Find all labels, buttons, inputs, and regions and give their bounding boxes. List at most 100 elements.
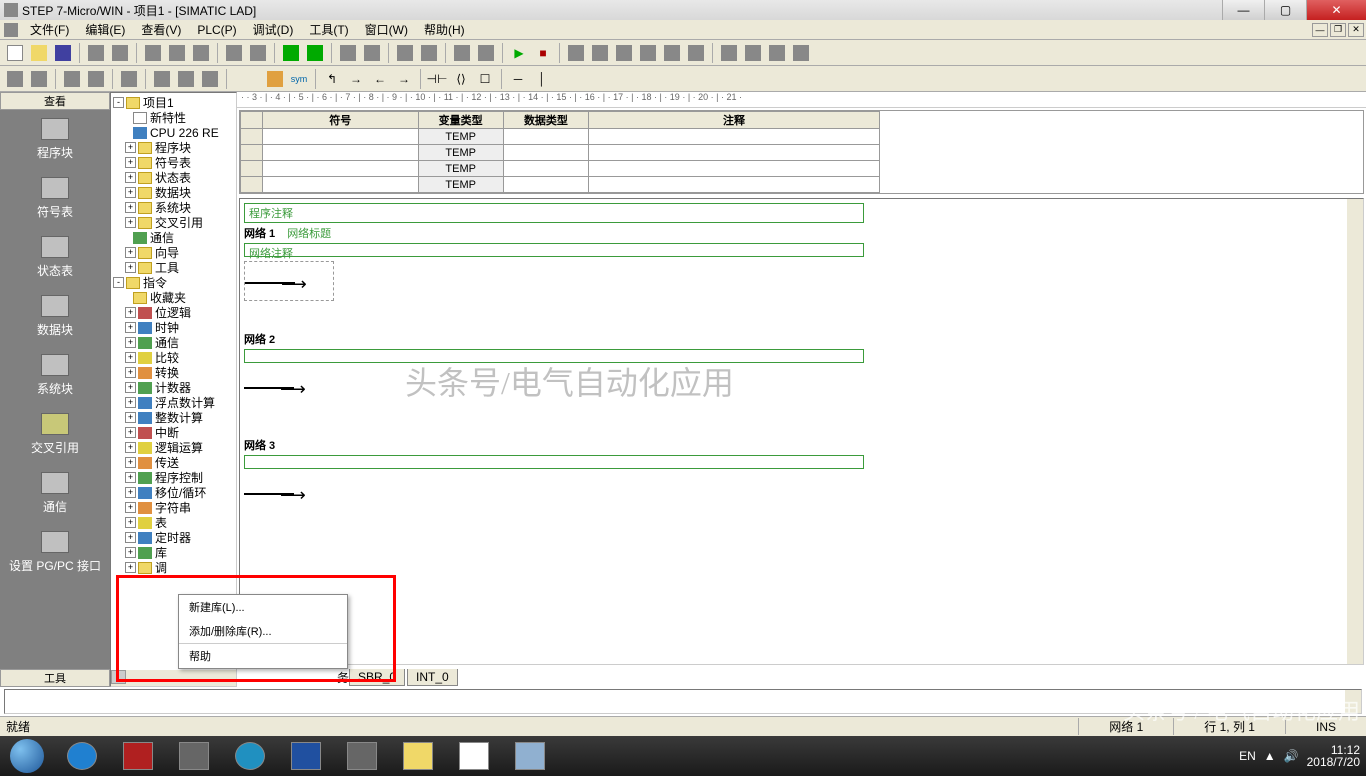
tb-undo[interactable] [223,42,245,64]
tb2-coil[interactable]: ⟨⟩ [450,68,472,90]
tb2-c[interactable] [61,68,83,90]
tb-copy[interactable] [166,42,188,64]
tb2-h[interactable] [199,68,221,90]
network-comment[interactable] [244,455,864,469]
project-tree[interactable]: -项目1 新特性 CPU 226 RE +程序块 +符号表 +状态表 +数据块 … [111,93,236,577]
tb2-box[interactable]: ☐ [474,68,496,90]
context-menu-add-remove-lib[interactable]: 添加/删除库(R)... [179,619,347,644]
task-notes[interactable] [502,737,558,775]
mdi-close[interactable]: ✕ [1348,23,1364,37]
context-menu-new-lib[interactable]: 新建库(L)... [179,595,347,619]
task-paint[interactable] [446,737,502,775]
tb-monitor5[interactable] [661,42,683,64]
tray-clock[interactable]: 11:122018/7/20 [1307,744,1360,768]
sidebar-item-symbol[interactable]: 符号表 [0,169,110,228]
task-explorer[interactable] [390,737,446,775]
start-button[interactable] [0,736,54,776]
tray-ime[interactable]: EN [1239,749,1256,763]
ladder-vscroll[interactable] [1347,199,1363,664]
tab-sbr[interactable]: SBR_0 [349,669,405,686]
tb2-sym2[interactable]: sym [288,68,310,90]
menu-help[interactable]: 帮助(H) [416,19,473,40]
tb-paste[interactable] [190,42,212,64]
output-scrollbar[interactable] [1345,690,1361,713]
tb2-contact[interactable]: ⊣⊢ [426,68,448,90]
rung-cursor[interactable]: ⟶ [244,261,334,301]
sidebar-item-program[interactable]: 程序块 [0,110,110,169]
tb-cut[interactable] [142,42,164,64]
tb2-hline[interactable]: ─ [507,68,529,90]
tb-compile-all[interactable] [304,42,326,64]
tb-monitor4[interactable] [637,42,659,64]
tb-monitor6[interactable] [685,42,707,64]
task-app1[interactable] [166,737,222,775]
sidebar-item-xref[interactable]: 交叉引用 [0,405,110,464]
network-comment[interactable] [244,349,864,363]
tb2-vline[interactable]: │ [531,68,553,90]
tb-monitor2[interactable] [589,42,611,64]
tb2-nav1[interactable]: ↰ [321,68,343,90]
sidebar-footer[interactable]: 工具 [0,669,110,687]
vartable-row[interactable]: TEMP [241,129,880,145]
tray-icon[interactable]: ▲ [1264,749,1276,763]
tb-poi[interactable] [451,42,473,64]
tree-scrollbar[interactable] [111,670,236,686]
sidebar-header[interactable]: 查看 [0,92,110,110]
tb-stop[interactable]: ■ [532,42,554,64]
tb-x2[interactable] [742,42,764,64]
tb2-nav3[interactable]: ← [369,68,391,90]
task-app2[interactable] [222,737,278,775]
tree-item[interactable]: CPU 226 RE [150,126,219,140]
rung[interactable]: ⟶ [244,473,1359,513]
tb-preview[interactable] [109,42,131,64]
tb2-d[interactable] [85,68,107,90]
tb2-nav2[interactable]: → [345,68,367,90]
tb-x4[interactable] [790,42,812,64]
tb2-f[interactable] [151,68,173,90]
tb-redo[interactable] [247,42,269,64]
close-button[interactable]: ✕ [1306,0,1366,20]
task-pdf[interactable] [110,737,166,775]
menu-window[interactable]: 窗口(W) [357,19,416,40]
tb-poi2[interactable] [475,42,497,64]
task-step7[interactable] [334,737,390,775]
menu-debug[interactable]: 调试(D) [245,19,302,40]
sidebar-item-data[interactable]: 数据块 [0,287,110,346]
minimize-button[interactable]: — [1222,0,1264,20]
tb-upload[interactable] [337,42,359,64]
network-title[interactable]: 网络标题 [287,225,331,241]
tb-monitor1[interactable] [565,42,587,64]
tb2-g[interactable] [175,68,197,90]
menu-plc[interactable]: PLC(P) [189,21,244,39]
tb2-b[interactable] [28,68,50,90]
menu-file[interactable]: 文件(F) [22,19,77,40]
sidebar-item-system[interactable]: 系统块 [0,346,110,405]
tb2-sym1[interactable] [264,68,286,90]
context-menu-help[interactable]: 帮助 [179,644,347,668]
tree-item[interactable]: 新特性 [150,109,186,126]
tb2-a[interactable] [4,68,26,90]
vartable-row[interactable]: TEMP [241,161,880,177]
tb2-nav4[interactable]: → [393,68,415,90]
sidebar-item-pgpc[interactable]: 设置 PG/PC 接口 [0,523,110,582]
tab-int[interactable]: INT_0 [407,669,458,686]
tb-x1[interactable] [718,42,740,64]
network-2[interactable]: 网络 2 ⟶ [244,331,1359,407]
tb-download[interactable] [361,42,383,64]
task-outlook[interactable] [278,737,334,775]
variable-table[interactable]: 符号 变量类型 数据类型 注释 TEMP TEMP TEMP TEMP [239,110,1364,194]
tb-monitor3[interactable] [613,42,635,64]
vartable-row[interactable]: TEMP [241,145,880,161]
sidebar-item-comm[interactable]: 通信 [0,464,110,523]
program-comment[interactable]: 程序注释 [244,203,864,223]
mdi-restore[interactable]: ❐ [1330,23,1346,37]
tb-net-insert[interactable] [394,42,416,64]
menu-tools[interactable]: 工具(T) [301,19,356,40]
maximize-button[interactable]: ▢ [1264,0,1306,20]
vartable-header-datatype[interactable]: 数据类型 [503,112,588,129]
menu-edit[interactable]: 编辑(E) [77,19,133,40]
tb2-e[interactable] [118,68,140,90]
rung[interactable]: ⟶ [244,367,1359,407]
vartable-header-vartype[interactable]: 变量类型 [418,112,503,129]
tray-icon[interactable]: 🔊 [1284,749,1299,763]
